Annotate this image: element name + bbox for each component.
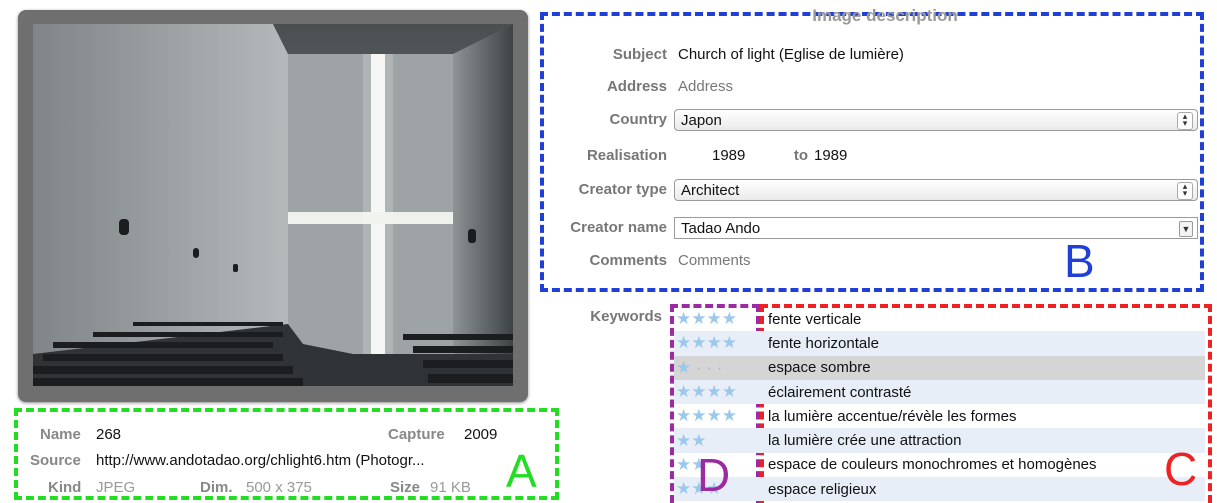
- kind-value: JPEG: [96, 479, 136, 496]
- country-select[interactable]: Japon ▴ ▾: [674, 109, 1198, 131]
- keyword-row[interactable]: ★★★★ la lumière accentue/révèle les form…: [674, 404, 1205, 428]
- annotation-letter-a: A: [506, 445, 537, 497]
- rating-stars[interactable]: ★★★★: [674, 309, 764, 329]
- panel-title: Image description: [812, 6, 958, 25]
- subject-field[interactable]: Church of light (Eglise de lumière): [678, 46, 904, 63]
- address-field[interactable]: Address: [678, 78, 733, 95]
- keyword-row-selected[interactable]: ★ · · · espace sombre: [674, 355, 1205, 380]
- kind-label: Kind: [48, 479, 82, 496]
- keyword-row[interactable]: ★★★★ fente verticale: [674, 307, 1205, 331]
- rating-stars[interactable]: ★★: [674, 431, 764, 451]
- keyword-row[interactable]: ★★ la lumière crée une attraction: [674, 428, 1205, 453]
- image-preview-frame[interactable]: [18, 10, 528, 402]
- rating-stars[interactable]: ★★★★: [674, 382, 764, 402]
- name-label: Name: [40, 426, 81, 443]
- keyword-text: la lumière crée une attraction: [768, 432, 962, 450]
- realisation-label: Realisation: [586, 147, 667, 164]
- dim-label: Dim.: [200, 479, 233, 496]
- annotation-letter-c: C: [1164, 443, 1198, 495]
- keyword-text: espace de couleurs monochromes et homogè…: [768, 456, 1097, 474]
- dim-value: 500 x 375: [246, 479, 312, 496]
- updown-icon: ▴ ▾: [1177, 182, 1193, 200]
- keyword-text: espace sombre: [768, 359, 871, 377]
- keywords-list[interactable]: ★★★★ fente verticale ★★★★ fente horizont…: [674, 307, 1205, 502]
- creator-type-select[interactable]: Architect ▴ ▾: [674, 179, 1198, 201]
- annotation-letter-d: D: [697, 449, 731, 501]
- address-label: Address: [606, 78, 667, 95]
- creator-type-label: Creator type: [578, 181, 667, 198]
- capture-value: 2009: [464, 426, 498, 443]
- keywords-label: Keywords: [590, 308, 662, 325]
- keyword-text: espace religieux: [768, 480, 877, 498]
- chevron-down-icon[interactable]: ▼: [1179, 221, 1193, 237]
- annotation-letter-b: B: [1064, 235, 1095, 287]
- keyword-row[interactable]: ★★★ espace religieux: [674, 477, 1205, 502]
- keyword-text: la lumière accentue/révèle les formes: [768, 407, 1017, 425]
- keyword-text: fente verticale: [768, 310, 862, 328]
- country-label: Country: [609, 111, 668, 128]
- realisation-to-label: to: [793, 147, 808, 164]
- rating-stars[interactable]: ★ · · ·: [674, 358, 764, 378]
- name-value: 268: [96, 426, 122, 443]
- source-label: Source: [30, 452, 81, 469]
- keyword-text: éclairement contrasté: [768, 383, 912, 401]
- empty-rating-dots: · · ·: [691, 357, 723, 377]
- comments-label: Comments: [589, 252, 667, 269]
- creator-name-value: Tadao Ando: [681, 220, 761, 237]
- country-value: Japon: [681, 112, 722, 129]
- rating-stars[interactable]: ★★★★: [674, 406, 764, 426]
- keyword-row[interactable]: ★★★★ fente horizontale: [674, 331, 1205, 356]
- size-value: 91 KB: [430, 479, 471, 496]
- creator-name-combobox[interactable]: Tadao Ando ▼: [674, 217, 1198, 239]
- keyword-row[interactable]: ★★★★ éclairement contrasté: [674, 379, 1205, 405]
- church-photo: [33, 24, 513, 386]
- creator-type-value: Architect: [681, 182, 740, 199]
- keyword-row[interactable]: ★★ espace de couleurs monochromes et hom…: [674, 453, 1205, 477]
- keyword-text: fente horizontale: [768, 334, 879, 352]
- rating-stars[interactable]: ★★★★: [674, 333, 764, 353]
- source-link[interactable]: http://www.andotadao.org/chlight6.htm (P…: [96, 452, 500, 469]
- updown-icon: ▴ ▾: [1177, 112, 1193, 130]
- creator-name-label: Creator name: [570, 219, 667, 236]
- comments-field[interactable]: Comments: [678, 252, 751, 269]
- size-label: Size: [390, 479, 421, 496]
- capture-label: Capture: [388, 426, 445, 443]
- realisation-to-field[interactable]: 1989: [814, 147, 847, 164]
- subject-label: Subject: [612, 46, 667, 63]
